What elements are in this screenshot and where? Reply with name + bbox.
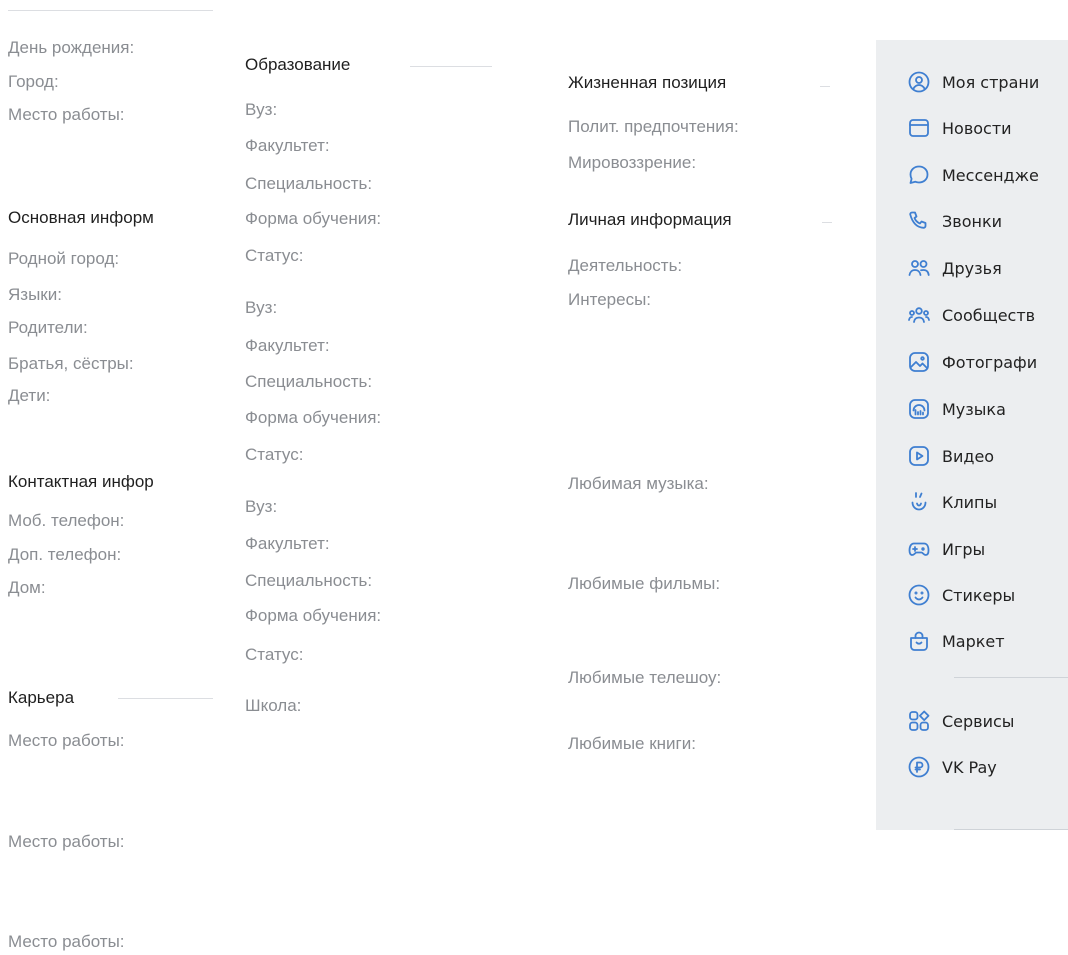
menu-item-friends[interactable]: Друзья [876,249,1068,289]
basic-info-title: Основная информ [8,208,154,227]
faculty-label: Факультет: [245,534,330,553]
photo-icon [907,350,931,374]
hometown-label: Родной город: [8,249,120,268]
worldview-label: Мировоззрение: [568,153,697,172]
menu-item-label: Видео [942,447,995,466]
personal-info-title: Личная информация [568,210,732,229]
education-title: Образование [245,55,351,74]
life-position-title-rule [820,86,830,87]
university-label: Вуз: [245,100,278,119]
education-title-rule [410,66,492,67]
personal-info-title-rule [822,222,832,223]
music-icon [907,397,931,421]
university-label: Вуз: [245,497,278,516]
menu-item-label: Игры [942,540,986,559]
menu-item-photos[interactable]: Фотографи [876,343,1068,383]
chat-bubble-icon [907,163,931,187]
clips-icon [907,490,931,514]
menu-item-services[interactable]: Сервисы [876,702,1068,742]
parents-label: Родители: [8,318,88,337]
career-workplace-label: Место работы: [8,932,125,951]
political-label: Полит. предпочтения: [568,117,739,136]
favorite-tvshows-label: Любимые телешоу: [568,668,722,687]
career-title: Карьера [8,688,75,707]
menu-item-label: VK Pay [942,758,997,777]
city-label: Город: [8,72,59,91]
career-title-rule [118,698,213,699]
video-icon [907,444,931,468]
menu-item-label: Фотографи [942,353,1038,372]
university-label: Вуз: [245,298,278,317]
menu-separator [954,677,1068,678]
languages-label: Языки: [8,285,62,304]
school-label: Школа: [245,696,302,715]
contact-info-title: Контактная инфор [8,472,154,491]
menu-item-label: Клипы [942,493,998,512]
study-form-label: Форма обучения: [245,209,382,228]
status-label: Статус: [245,445,304,464]
favorite-music-label: Любимая музыка: [568,474,709,493]
menu-item-games[interactable]: Игры [876,530,1068,570]
birthday-label: День рождения: [8,38,135,57]
home-label: Дом: [8,578,46,597]
menu-item-label: Моя страни [942,73,1040,92]
study-form-label: Форма обучения: [245,606,382,625]
friends-icon [907,256,931,280]
mobile-phone-label: Моб. телефон: [8,511,125,530]
menu-item-vk-pay[interactable]: VK Pay [876,748,1068,788]
gamepad-icon [907,537,931,561]
menu-item-video[interactable]: Видео [876,437,1068,477]
specialty-label: Специальность: [245,372,373,391]
newspaper-icon [907,116,931,140]
specialty-label: Специальность: [245,571,373,590]
menu-bottom-separator [954,829,1068,830]
market-bag-icon [907,629,931,653]
menu-item-messenger[interactable]: Мессендже [876,156,1068,196]
services-grid-icon [907,709,931,733]
career-workplace-label: Место работы: [8,731,125,750]
vk-pay-icon [907,755,931,779]
communities-icon [907,303,931,327]
sticker-icon [907,583,931,607]
life-position-title: Жизненная позиция [568,73,727,92]
favorite-movies-label: Любимые фильмы: [568,574,721,593]
menu-item-label: Сервисы [942,712,1015,731]
menu-item-music[interactable]: Музыка [876,390,1068,430]
phone-icon [907,209,931,233]
status-label: Статус: [245,246,304,265]
menu-item-label: Музыка [942,400,1006,419]
career-workplace-label: Место работы: [8,832,125,851]
user-circle-icon [907,70,931,94]
children-label: Дети: [8,386,51,405]
study-form-label: Форма обучения: [245,408,382,427]
status-label: Статус: [245,645,304,664]
menu-item-market[interactable]: Маркет [876,622,1068,662]
siblings-label: Братья, сёстры: [8,354,134,373]
menu-item-label: Стикеры [942,586,1016,605]
favorite-books-label: Любимые книги: [568,734,696,753]
workplace-label: Место работы: [8,105,125,124]
menu-item-label: Новости [942,119,1012,138]
top-divider [8,10,213,11]
specialty-label: Специальность: [245,174,373,193]
extra-phone-label: Доп. телефон: [8,545,122,564]
menu-item-communities[interactable]: Сообществ [876,296,1068,336]
menu-item-label: Маркет [942,632,1005,651]
side-menu: Моя страни Новости Мессендже Звонки Друз… [876,40,1068,830]
faculty-label: Факультет: [245,336,330,355]
menu-item-my-page[interactable]: Моя страни [876,63,1068,103]
menu-item-news[interactable]: Новости [876,109,1068,149]
menu-item-clips[interactable]: Клипы [876,483,1068,523]
activity-label: Деятельность: [568,256,683,275]
interests-label: Интересы: [568,290,652,309]
menu-item-calls[interactable]: Звонки [876,202,1068,242]
menu-item-label: Мессендже [942,166,1039,185]
menu-item-stickers[interactable]: Стикеры [876,576,1068,616]
menu-item-label: Звонки [942,212,1002,231]
menu-item-label: Друзья [942,259,1002,278]
faculty-label: Факультет: [245,136,330,155]
menu-item-label: Сообществ [942,306,1036,325]
